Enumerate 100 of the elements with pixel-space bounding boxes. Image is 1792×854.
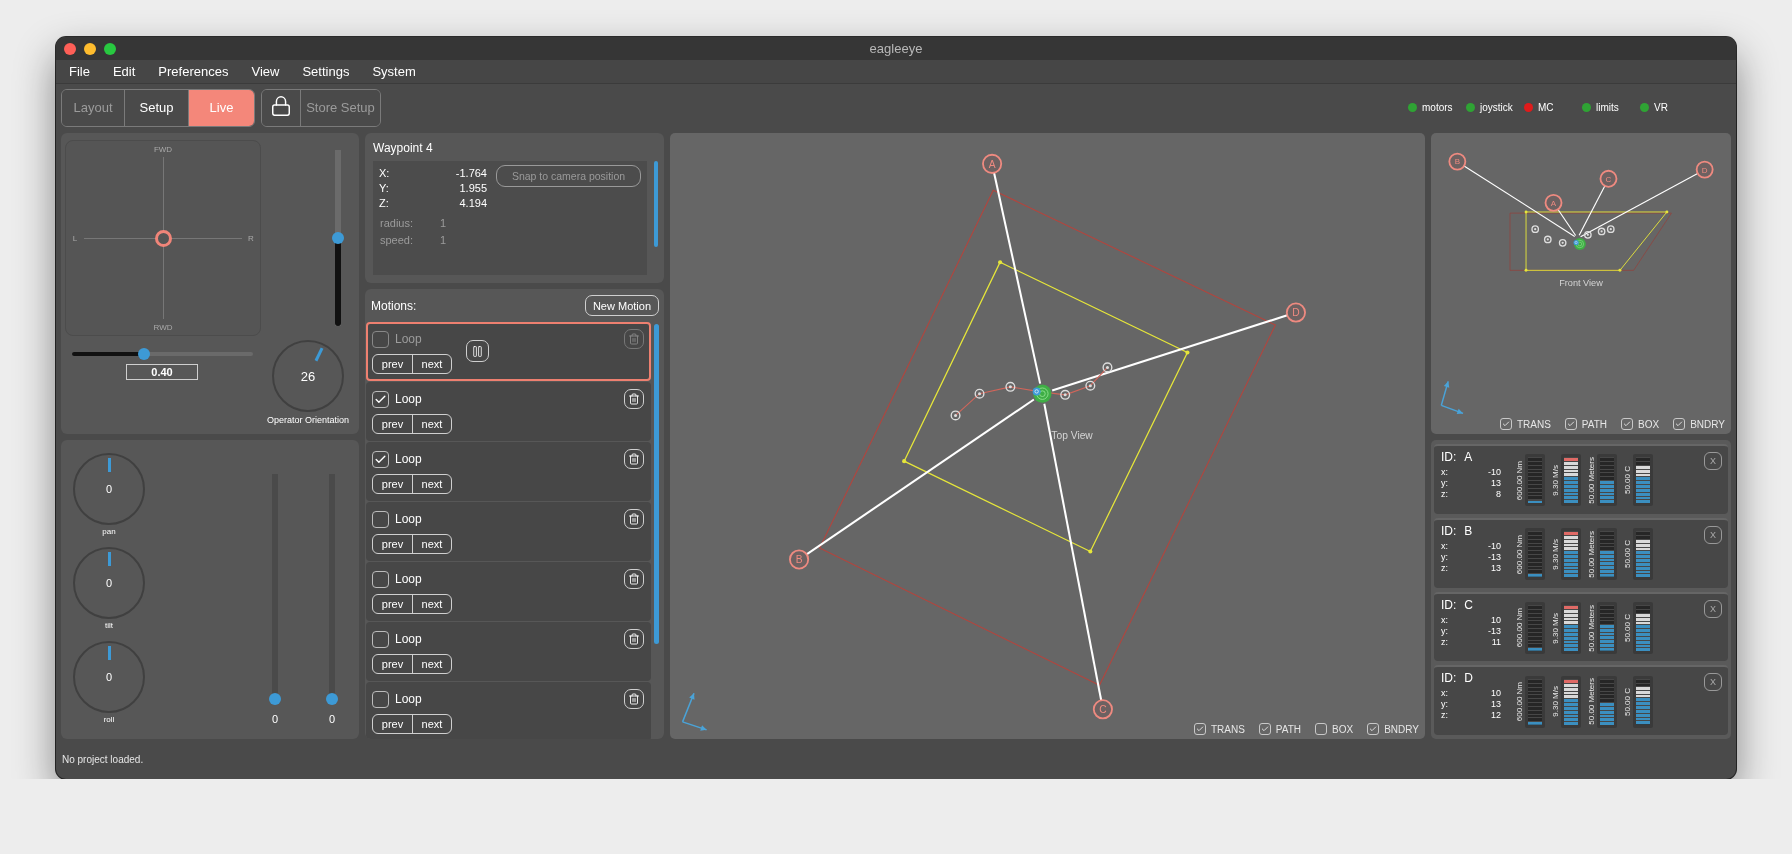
close-button[interactable]: X (1704, 525, 1722, 544)
joystick-handle[interactable] (154, 229, 172, 247)
knob-value: 0 (105, 671, 113, 683)
checkbox[interactable] (1315, 723, 1328, 735)
next-button[interactable]: next (412, 475, 451, 493)
loop-checkbox[interactable] (372, 330, 389, 348)
motion-item[interactable]: Loop prev next (366, 562, 651, 621)
prev-button[interactable]: prev (373, 535, 412, 553)
status-label: motors (1422, 102, 1453, 113)
value-field[interactable]: 0.40 (126, 364, 198, 380)
layer-toggle[interactable]: TRANS (1193, 723, 1245, 735)
close-button[interactable]: X (1704, 452, 1722, 470)
menu-item[interactable]: View (241, 64, 290, 79)
layer-toggle[interactable]: BNDRY (1673, 418, 1725, 430)
coord-label: Z: (379, 197, 390, 209)
meter-label: 600.00 Nm (1515, 534, 1524, 574)
slider-value: 0 (328, 713, 336, 725)
next-button[interactable]: next (412, 355, 451, 373)
prev-button[interactable]: prev (373, 415, 412, 433)
tracker-id: A (1464, 450, 1473, 464)
motion-item[interactable]: Loop prev next (366, 622, 651, 681)
meter-label: 600.00 Nm (1515, 608, 1524, 648)
waypoint-marker (1606, 225, 1615, 234)
layer-toggle[interactable]: BOX (1315, 723, 1354, 735)
next-button[interactable]: next (412, 655, 451, 673)
zoom-button[interactable] (104, 42, 116, 55)
layer-toggle[interactable]: PATH (1564, 418, 1608, 430)
prev-button[interactable]: prev (373, 595, 412, 613)
close-button[interactable]: X (1704, 599, 1722, 618)
motion-item[interactable]: Loop prev next (366, 502, 651, 561)
node-marker: C (1092, 699, 1113, 720)
loop-checkbox[interactable] (372, 690, 389, 708)
checkbox[interactable] (1621, 418, 1634, 430)
slider-thumb[interactable] (326, 693, 338, 705)
menu-item[interactable]: Preferences (148, 64, 239, 79)
motion-item[interactable]: Loop prev next (366, 322, 651, 381)
knob[interactable]: 0 (73, 453, 145, 525)
coord-value: 1.955 (458, 182, 487, 194)
new-motion-button[interactable]: New Motion (584, 295, 659, 316)
motion-item[interactable]: Loop prev next (366, 382, 651, 441)
layer-toggle[interactable]: PATH (1258, 723, 1302, 735)
coord-label: z: (1441, 636, 1449, 647)
knob[interactable]: 0 (73, 641, 145, 713)
prev-button[interactable]: prev (373, 655, 412, 673)
status-label: limits (1596, 102, 1619, 113)
meter-label: 9.30 M/s (1551, 686, 1560, 717)
knob-indicator (107, 646, 111, 660)
loop-label: Loop (395, 392, 422, 406)
layer-toggle[interactable]: TRANS (1499, 418, 1551, 430)
waypoint-marker (1005, 381, 1016, 392)
pause-button[interactable] (466, 340, 489, 362)
knob[interactable]: 0 (73, 547, 145, 619)
node-marker: D (1695, 160, 1714, 179)
prev-button[interactable]: prev (373, 715, 412, 733)
slider-thumb[interactable] (137, 348, 150, 360)
meter-label: 50.00 Meters (1587, 604, 1596, 652)
checkbox[interactable] (1367, 723, 1380, 735)
checkbox[interactable] (1499, 418, 1512, 430)
knob-value: 0 (105, 483, 113, 495)
camera-marker (1032, 384, 1052, 403)
meter-label: 600.00 Nm (1515, 460, 1524, 500)
prev-button[interactable]: prev (373, 475, 412, 493)
checkbox[interactable] (1258, 723, 1271, 735)
knob[interactable]: 26 (272, 340, 344, 412)
close-button[interactable] (64, 42, 76, 55)
slider-thumb[interactable] (269, 693, 281, 705)
trash-icon (628, 513, 640, 525)
checkbox[interactable] (1193, 723, 1206, 735)
slider-thumb[interactable] (332, 232, 344, 244)
menu-item[interactable]: File (59, 64, 100, 79)
loop-checkbox[interactable] (372, 510, 389, 528)
next-button[interactable]: next (412, 415, 451, 433)
checkbox[interactable] (1564, 418, 1577, 430)
layer-toggle[interactable]: BNDRY (1367, 723, 1419, 735)
coord-value: 12 (1490, 710, 1501, 721)
prev-button[interactable]: prev (373, 355, 412, 373)
close-button[interactable]: X (1704, 673, 1722, 692)
checkbox[interactable] (1673, 418, 1686, 430)
motion-item[interactable]: Loop prev next (366, 682, 651, 739)
loop-checkbox[interactable] (372, 630, 389, 648)
view-label: Front View (1559, 278, 1603, 289)
loop-checkbox[interactable] (372, 390, 389, 408)
loop-checkbox[interactable] (372, 570, 389, 588)
meter-label: 9.30 M/s (1551, 465, 1560, 496)
menu-item[interactable]: System (362, 64, 426, 79)
minimize-button[interactable] (84, 42, 96, 55)
meter-label: 9.30 M/s (1551, 538, 1560, 570)
next-button[interactable]: next (412, 715, 451, 733)
menu-item[interactable]: Settings (292, 64, 360, 79)
menu-item[interactable]: Edit (102, 64, 146, 79)
next-button[interactable]: next (412, 535, 451, 553)
layer-toggle[interactable]: BOX (1621, 418, 1660, 430)
coord-label: y: (1441, 478, 1449, 488)
loop-label: Loop (395, 692, 422, 706)
next-button[interactable]: next (412, 595, 451, 613)
pause-icon (471, 344, 484, 358)
loop-checkbox[interactable] (372, 450, 389, 468)
status-label: VR (1654, 102, 1668, 113)
node-marker: C (1599, 169, 1618, 188)
motion-item[interactable]: Loop prev next (366, 442, 651, 501)
